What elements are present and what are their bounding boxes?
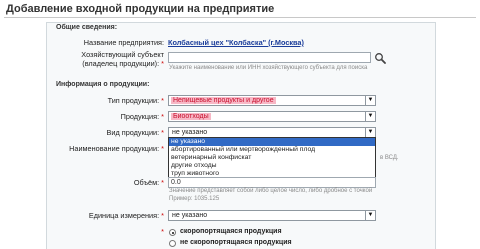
perishable-radio[interactable] <box>169 229 176 236</box>
type-label: Тип продукции: * <box>107 96 164 105</box>
name-label: Наименование продукции: * <box>69 144 164 153</box>
perishable-required: * <box>161 227 164 236</box>
unit-label: Единица измерения: * <box>88 211 164 220</box>
product-select-value: Биоотходы <box>171 113 211 120</box>
owner-input[interactable] <box>168 52 371 63</box>
perishable-radio-label: скоропортящаяся продукция <box>180 228 282 235</box>
org-link[interactable]: Колбасный цех "Колбаска" (г.Москва) <box>168 38 304 47</box>
kind-dropdown-list: не указано абортированный или мертворожд… <box>168 137 376 178</box>
kind-select-value: не указано <box>172 129 208 136</box>
unit-select[interactable]: не указано ▼ <box>168 210 376 221</box>
product-select[interactable]: Биоотходы ▼ <box>168 111 376 122</box>
volume-input[interactable] <box>168 177 376 188</box>
title-divider <box>4 17 476 18</box>
owner-hint: Укажите наименование или ИНН хозяйствующ… <box>169 65 368 71</box>
page-title: Добавление входной продукции на предприя… <box>6 3 275 15</box>
product-label: Продукция: * <box>120 112 164 121</box>
org-label: Название предприятия: <box>83 38 164 47</box>
owner-label-line1: Хозяйствующий субъект <box>81 50 164 59</box>
kind-option[interactable]: другие отходы <box>169 162 375 170</box>
search-icon[interactable] <box>374 52 386 64</box>
chevron-down-icon[interactable]: ▼ <box>365 112 375 121</box>
non-perishable-radio[interactable] <box>169 240 176 247</box>
chevron-down-icon[interactable]: ▼ <box>365 211 375 220</box>
volume-example: Пример: 1035.125 <box>169 196 220 202</box>
kind-option[interactable]: ветеринарный конфискат <box>169 154 375 162</box>
kind-option[interactable]: не указано <box>169 138 375 146</box>
section-product-title: Информация о продукции: <box>56 81 150 88</box>
volume-hint: Значение представляет собой либо целое ч… <box>169 188 373 194</box>
name-right-hint: в ВСД. <box>380 155 399 161</box>
type-select-value: Непищевые продукты и другое <box>171 97 276 104</box>
type-select[interactable]: Непищевые продукты и другое ▼ <box>168 95 376 106</box>
kind-label: Вид продукции: * <box>106 128 164 137</box>
chevron-down-icon[interactable]: ▼ <box>365 128 375 137</box>
kind-option[interactable]: абортированный или мертворожденный плод <box>169 146 375 154</box>
chevron-down-icon[interactable]: ▼ <box>365 96 375 105</box>
non-perishable-radio-label: не скоропортящаяся продукция <box>180 239 292 246</box>
volume-label: Объём: * <box>133 178 164 187</box>
owner-label-line2: (владелец продукции): * <box>82 59 164 68</box>
section-general-title: Общие сведения: <box>56 24 118 31</box>
unit-select-value: не указано <box>172 212 208 219</box>
